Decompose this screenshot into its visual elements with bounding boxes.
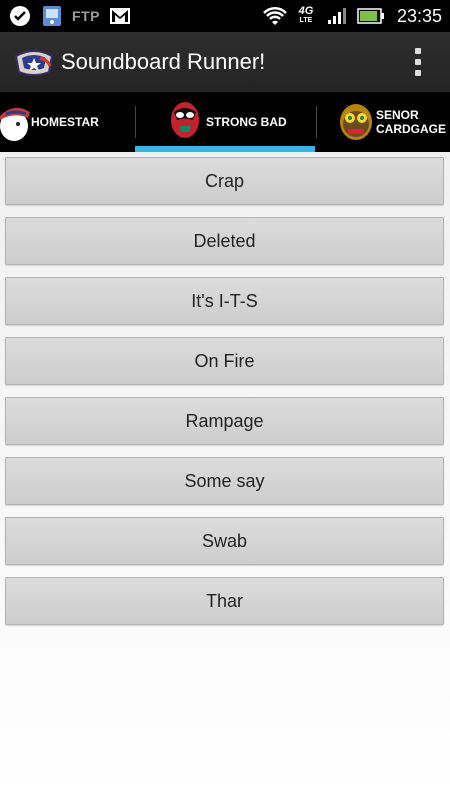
tab-homestar-label: HOMESTAR [31, 115, 99, 129]
app-logo-icon [14, 46, 54, 78]
tab-homestar[interactable]: HOMESTAR [0, 92, 134, 152]
overflow-menu-icon[interactable] [414, 48, 422, 76]
gmail-icon [108, 5, 132, 27]
strong-bad-icon [169, 98, 201, 142]
sound-button-rampage[interactable]: Rampage [5, 397, 444, 445]
signal-icon [325, 5, 349, 27]
senor-cardgage-icon [339, 100, 373, 144]
tab-strong-bad[interactable]: STRONG BAD [136, 92, 315, 152]
sound-button-on-fire[interactable]: On Fire [5, 337, 444, 385]
tab-bar: HOMESTAR STRONG BAD SENOR CARDGAGE [0, 92, 450, 152]
tab-senor-cardgage-label-text: SENOR CARDGAGE [376, 108, 447, 136]
sound-button-some-say[interactable]: Some say [5, 457, 444, 505]
battery-icon [357, 5, 385, 27]
tab-strong-bad-label: STRONG BAD [206, 115, 287, 129]
4g-lte-icon: 4G LTE [298, 5, 314, 25]
homestar-icon [0, 100, 34, 144]
app-title: Soundboard Runner! [61, 49, 266, 74]
tab-senor-cardgage[interactable]: SENOR CARDGAGE [317, 92, 450, 152]
ftp-icon: FTP [72, 8, 100, 24]
app-icon [40, 5, 64, 27]
sound-button-its-i-t-s[interactable]: It's I-T-S [5, 277, 444, 325]
sound-button-thar[interactable]: Thar [5, 577, 444, 625]
tab-senor-cardgage-label: SENOR CARDGAGE [376, 108, 446, 136]
sound-button-list: Crap Deleted It's I-T-S On Fire Rampage … [0, 152, 450, 800]
status-bar: FTP 4G LTE 23:35 [0, 0, 450, 32]
action-bar: Soundboard Runner! [0, 32, 450, 92]
checkmark-bubble-icon [8, 5, 32, 27]
sound-button-crap[interactable]: Crap [5, 157, 444, 205]
sound-button-deleted[interactable]: Deleted [5, 217, 444, 265]
clock: 23:35 [396, 5, 442, 26]
wifi-icon [263, 5, 287, 27]
sound-button-swab[interactable]: Swab [5, 517, 444, 565]
